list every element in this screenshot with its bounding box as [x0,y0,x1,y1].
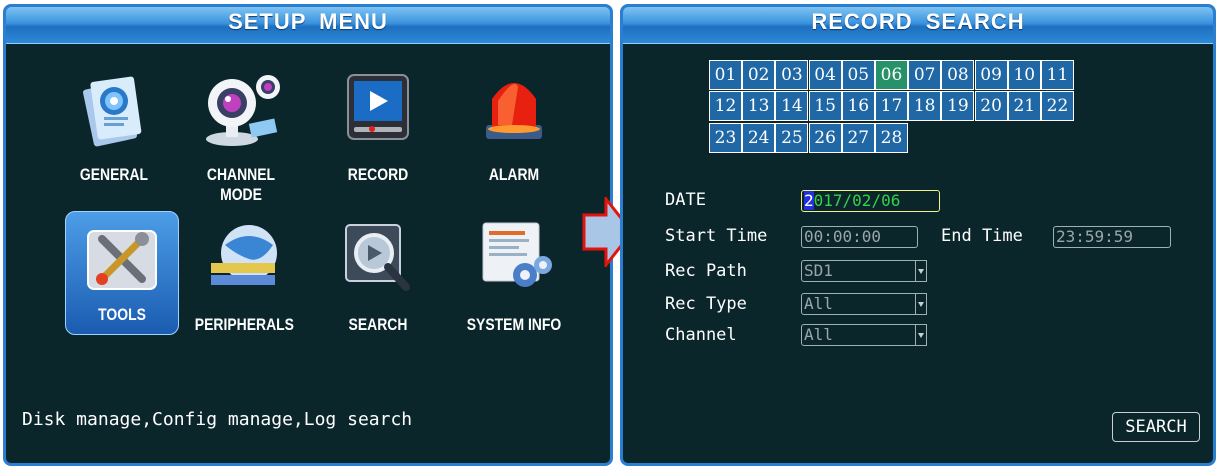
calendar-day-24[interactable]: 24 [742,122,776,153]
record-search-title: RECORD SEARCH [623,7,1213,44]
calendar-day-04[interactable]: 04 [808,60,842,90]
menu-item-channel-mode[interactable]: CHANNEL MODE [181,69,301,204]
menu-label-general: GENERAL [79,165,149,184]
calendar-day-08[interactable]: 08 [941,60,975,90]
calendar-day-21[interactable]: 21 [1007,91,1041,122]
calendar-day-27[interactable]: 27 [841,122,875,153]
calendar-day-25[interactable]: 25 [775,122,809,153]
menu-label-tools: TOOLS [98,305,146,324]
menu-label-record: RECORD [347,165,409,184]
peripherals-icon [201,219,287,299]
webcam-icon [196,69,286,153]
date-cursor: 2 [804,191,814,210]
calendar-day-12[interactable]: 12 [709,91,742,122]
calendar-day-16[interactable]: 16 [841,91,875,122]
menu-item-general[interactable]: GENERAL [54,69,174,189]
calendar-day-20[interactable]: 20 [974,91,1008,122]
record-search-panel: RECORD SEARCH 01 02 03 04 05 06 07 08 09 10 11 12 13… [620,4,1216,466]
channel-label: Channel [665,325,737,345]
calendar-day-28[interactable]: 28 [875,122,908,153]
rec-path-select[interactable]: SD1 [801,260,927,282]
general-settings-icon [78,69,150,153]
calendar-day-09[interactable]: 09 [974,60,1008,90]
menu-label-peripherals: PERIPHERALS [194,315,294,334]
setup-menu-panel: SETUP MENU GENERAL CHANNEL MODE RECORD A… [3,4,613,466]
record-icon [342,69,414,153]
menu-item-peripherals[interactable]: PERIPHERALS [184,219,304,339]
menu-label-search: SEARCH [348,315,408,334]
chevron-down-icon[interactable] [915,324,927,346]
menu-item-search[interactable]: SEARCH [318,219,438,339]
menu-item-alarm[interactable]: ALARM [454,69,574,189]
menu-label-alarm: ALARM [488,165,540,184]
rec-path-label: Rec Path [665,261,747,281]
rec-path-value: SD1 [804,261,833,280]
alarm-light-icon [478,69,550,153]
end-time-field[interactable]: 23:59:59 [1053,226,1171,248]
chevron-down-icon[interactable] [915,293,927,315]
calendar-day-15[interactable]: 15 [808,91,842,122]
date-value: 017/02/06 [813,191,901,210]
calendar-day-22[interactable]: 22 [1041,91,1074,122]
calendar-day-06[interactable]: 06 [875,60,908,90]
calendar-day-11[interactable]: 11 [1041,60,1074,90]
calendar-day-01[interactable]: 01 [709,60,742,90]
menu-label-channel-mode: CHANNEL MODE [206,165,276,204]
calendar-day-07[interactable]: 07 [908,60,942,90]
date-label: DATE [665,190,706,210]
date-field[interactable]: 2017/02/06 [801,190,940,212]
menu-item-system-info[interactable]: SYSTEM INFO [454,219,574,339]
search-icon [338,219,418,301]
start-time-field[interactable]: 00:00:00 [801,226,918,248]
calendar-day-14[interactable]: 14 [775,91,809,122]
start-time-label: Start Time [665,226,768,246]
calendar-day-23[interactable]: 23 [709,122,742,153]
menu-hint-text: Disk manage,Config manage,Log search [22,409,413,430]
calendar-day-18[interactable]: 18 [908,91,942,122]
rec-type-value: All [804,294,833,313]
tools-icon [82,223,162,301]
rec-type-label: Rec Type [665,294,747,314]
calendar-day-19[interactable]: 19 [941,91,975,122]
system-info-icon [471,219,557,299]
channel-value: All [804,325,833,344]
calendar-day-10[interactable]: 10 [1007,60,1041,90]
end-time-label: End Time [941,226,1023,246]
calendar-day-13[interactable]: 13 [742,91,776,122]
menu-item-record[interactable]: RECORD [318,69,438,189]
calendar-day-05[interactable]: 05 [841,60,875,90]
menu-item-tools[interactable]: TOOLS [62,211,182,335]
chevron-down-icon[interactable] [915,260,927,282]
calendar-day-17[interactable]: 17 [875,91,908,122]
rec-type-select[interactable]: All [801,293,927,315]
calendar-day-02[interactable]: 02 [742,60,776,90]
setup-menu-title: SETUP MENU [6,7,610,44]
calendar-day-03[interactable]: 03 [775,60,809,90]
search-button[interactable]: SEARCH [1112,412,1200,442]
menu-label-system-info: SYSTEM INFO [466,315,562,334]
calendar-day-26[interactable]: 26 [808,122,842,153]
channel-select[interactable]: All [801,324,927,346]
